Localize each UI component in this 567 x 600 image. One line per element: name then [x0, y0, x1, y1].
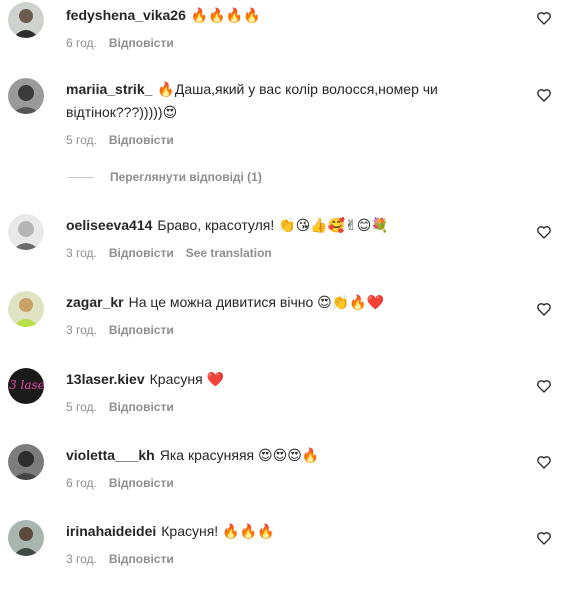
avatar[interactable]: [8, 444, 44, 480]
comment-username[interactable]: fedyshena_vika26: [66, 7, 186, 23]
comment-text: fedyshena_vika26 🔥🔥🔥🔥: [66, 4, 496, 27]
avatar[interactable]: [8, 78, 44, 114]
comment-emoji-lead: 🔥: [157, 82, 175, 98]
comment-body: Яка красуняяя: [159, 447, 255, 463]
comment-time[interactable]: 3 год.: [66, 246, 97, 260]
heart-outline-icon[interactable]: [536, 87, 552, 103]
heart-outline-icon[interactable]: [536, 454, 552, 470]
avatar[interactable]: 13 laser: [8, 368, 44, 404]
comment-emoji: 😍😍😍🔥: [258, 448, 320, 464]
see-translation-button[interactable]: See translation: [186, 246, 272, 260]
logo-text: 13 laser: [8, 378, 44, 392]
comment-username[interactable]: 13laser.kiev: [66, 371, 145, 387]
comment-text: violetta___kh Яка красуняяя 😍😍😍🔥: [66, 444, 496, 467]
avatar[interactable]: [8, 214, 44, 250]
comment-text: zagar_kr На це можна дивитися вічно 😍👏🔥❤️: [66, 291, 496, 314]
comment-body: Красуня: [149, 371, 203, 387]
comment-time[interactable]: 5 год.: [66, 133, 97, 147]
heart-outline-icon[interactable]: [536, 378, 552, 394]
heart-outline-icon[interactable]: [536, 530, 552, 546]
heart-outline-icon[interactable]: [536, 10, 552, 26]
reply-button[interactable]: Відповісти: [109, 133, 174, 147]
comment-time[interactable]: 6 год.: [66, 36, 97, 50]
comment-username[interactable]: zagar_kr: [66, 294, 124, 310]
view-replies-label: Переглянути відповіді (1): [110, 170, 262, 184]
reply-button[interactable]: Відповісти: [109, 323, 174, 337]
comment-username[interactable]: violetta___kh: [66, 447, 155, 463]
comment-username[interactable]: mariia_strik_: [66, 81, 152, 97]
comment-emoji: 👏😘👍🥰✌😊💐: [278, 218, 389, 234]
comment-emoji: 😍👏🔥❤️: [317, 295, 385, 311]
comment-time[interactable]: 3 год.: [66, 323, 97, 337]
reply-button[interactable]: Відповісти: [109, 246, 174, 260]
comment-body: Браво, красотуля!: [157, 217, 275, 233]
divider-line: [68, 176, 94, 178]
heart-outline-icon[interactable]: [536, 224, 552, 240]
comment-emoji: 😍: [162, 105, 178, 121]
reply-button[interactable]: Відповісти: [109, 400, 174, 414]
view-replies-button[interactable]: Переглянути відповіді (1): [68, 170, 262, 184]
avatar[interactable]: [8, 520, 44, 556]
heart-outline-icon[interactable]: [536, 301, 552, 317]
comment-emoji: 🔥🔥🔥🔥: [190, 8, 261, 24]
comment-emoji: ❤️: [206, 372, 225, 388]
comment-time[interactable]: 6 год.: [66, 476, 97, 490]
comment-time[interactable]: 3 год.: [66, 552, 97, 566]
reply-button[interactable]: Відповісти: [109, 552, 174, 566]
avatar[interactable]: [8, 291, 44, 327]
comment-username[interactable]: irinahaideidei: [66, 523, 156, 539]
comment-username[interactable]: oeliseeva414: [66, 217, 152, 233]
comment-body: Красуня!: [161, 523, 219, 539]
avatar[interactable]: [8, 2, 44, 38]
reply-button[interactable]: Відповісти: [109, 476, 174, 490]
comment-text: irinahaideidei Красуня! 🔥🔥🔥: [66, 520, 496, 543]
reply-button[interactable]: Відповісти: [109, 36, 174, 50]
comment-text: oeliseeva414 Браво, красотуля! 👏😘👍🥰✌😊💐: [66, 214, 496, 237]
comment-body: На це можна дивитися вічно: [128, 294, 314, 310]
comment-emoji: 🔥🔥🔥: [222, 524, 275, 540]
comment-text: 13laser.kiev Красуня ❤️: [66, 368, 496, 391]
comment-time[interactable]: 5 год.: [66, 400, 97, 414]
comment-text: mariia_strik_ 🔥Даша,який у вас колір воло…: [66, 78, 496, 124]
